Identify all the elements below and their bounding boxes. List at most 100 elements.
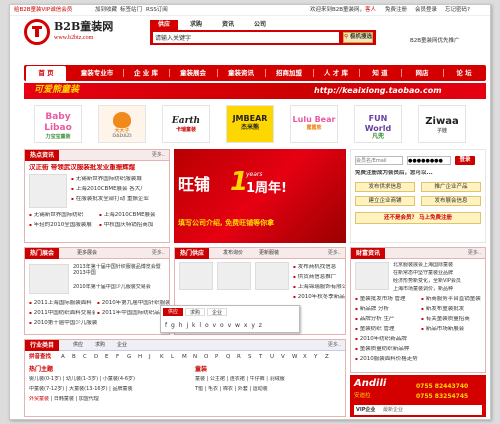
logo-icon[interactable] [24, 19, 50, 45]
list-item[interactable]: 2011中国纺织面料交易会 [29, 310, 95, 317]
list-item[interactable]: 供货商信息推广 [293, 274, 345, 281]
promote-products-button[interactable]: 推广企业产品 [421, 182, 481, 192]
biz-line[interactable]: 上海市场童装调价，新品种 [393, 286, 485, 292]
alpha-letter[interactable]: J [149, 354, 151, 361]
alpha-letter[interactable]: Y [314, 354, 317, 361]
alpha-letter[interactable]: S [248, 354, 252, 361]
category-link[interactable]: 连衣裙 [230, 376, 245, 382]
more-link[interactable]: 更多.. [328, 250, 341, 256]
category-link[interactable]: 婴儿装(0-1岁) [29, 376, 61, 382]
industry-tab[interactable]: 企业 [117, 342, 127, 348]
popup-tab[interactable]: 供应 [163, 308, 183, 316]
category-link[interactable]: 棉衣 [223, 386, 233, 392]
list-item[interactable]: 新发布童装批发 [421, 306, 485, 313]
nav-item-companies[interactable]: 企 业 库 [124, 65, 168, 81]
search-tab-company[interactable]: 公司 [246, 20, 274, 30]
list-item[interactable]: 新品牌 分析 [355, 306, 419, 313]
brand-logo-ziwaa[interactable]: Ziwaa 子娃 [418, 105, 466, 143]
search-input[interactable] [153, 32, 339, 43]
list-item[interactable]: 2011上海国际服装面料 [29, 300, 95, 307]
category-link[interactable]: 幼儿装(1-3岁) [66, 376, 98, 382]
category-link[interactable]: 日韩童装 [54, 396, 74, 402]
list-item[interactable]: 上海2010CBME展会 [99, 212, 167, 219]
login-button[interactable]: 登录 [455, 156, 475, 165]
supply-thumbnail[interactable] [217, 262, 251, 290]
nav-item-knowledge[interactable]: 知 道 [360, 65, 400, 81]
biz-thumbnail[interactable] [355, 262, 389, 290]
alpha-letter[interactable]: P [215, 354, 218, 361]
category-link[interactable]: 中童装(7-12岁) [29, 386, 64, 392]
alpha-letter[interactable]: V [281, 354, 285, 361]
brand-logo-lulu-bear[interactable]: Lulu Bear 露露熊 [290, 105, 338, 143]
category-link[interactable]: 羽绒服 [270, 376, 285, 382]
search-button[interactable]: ⚲ 极机搜选 [343, 32, 373, 43]
password-field[interactable] [407, 156, 451, 165]
list-item[interactable]: 童装纺织 管理 [355, 326, 419, 333]
vip-member-link[interactable]: 给B2B童装VIP诚信会员 [14, 7, 72, 14]
promo-banner[interactable]: 可爱熊童装 http://keaixiong.taobao.com [24, 83, 486, 99]
list-item[interactable]: 品牌分析 生产 [355, 316, 419, 323]
nav-item-franchise[interactable]: 招商加盟 [266, 65, 312, 81]
list-item[interactable]: 新品市场新展会 [421, 326, 485, 333]
alpha-letter[interactable]: E [105, 354, 108, 361]
popup-tab[interactable]: 企业 [207, 308, 227, 316]
biz-line[interactable]: 在新常态中坚守童装业品牌 [393, 270, 485, 276]
list-item[interactable]: 2010第十届中国少儿服装 [29, 320, 169, 327]
vip-tab[interactable]: 最新企业 [383, 407, 403, 413]
bookmark-link[interactable]: 加到收藏 [95, 7, 117, 14]
category-link[interactable]: 外贸童装 [29, 396, 49, 402]
list-item[interactable]: 年轻的2010全国服装展 [29, 222, 93, 229]
alpha-letter[interactable]: W [292, 354, 297, 361]
category-link[interactable]: 毛衣 [208, 386, 218, 392]
nav-item-expo[interactable]: 童装展会 [170, 65, 216, 81]
site-brand[interactable]: B2B童装网 [54, 20, 113, 33]
post-expo-button[interactable]: 发布展会信息 [421, 196, 481, 206]
list-item[interactable]: 童装质量纺织新品种 [355, 346, 485, 353]
search-tab-supply[interactable]: 供应 [150, 20, 178, 30]
register-link[interactable]: 免费注册 [385, 7, 407, 14]
list-item[interactable]: 2011年中国国际纺织品 [97, 310, 169, 317]
nav-item-forum[interactable]: 论 坛 [444, 65, 484, 81]
category-link[interactable]: 运动装 [253, 386, 268, 392]
category-link[interactable]: 牛仔裤 [250, 376, 265, 382]
list-item[interactable]: 无锡新世界国际纺织 [29, 212, 93, 219]
brand-logo-earth[interactable]: Earth 卡瑞童装 [162, 105, 210, 143]
list-item[interactable]: 中秋国庆特销招商加 [99, 222, 167, 229]
list-item[interactable]: 无锡新世界国际纺织服装城 [71, 176, 167, 183]
vip-title[interactable]: VIP企业 [356, 407, 375, 413]
list-item[interactable]: 发布商机找信息 [293, 264, 345, 271]
supply-thumbnail[interactable] [179, 262, 213, 290]
list-item[interactable]: 2010服装面料价格走势 [355, 356, 485, 363]
brand-logo-jmbear[interactable]: JMBEAR 杰米熊 [226, 105, 274, 143]
nav-item-market[interactable]: 童装专业市 [72, 65, 122, 81]
nav-item-news[interactable]: 童装资讯 [218, 65, 264, 81]
category-link[interactable]: 小童装(4-6岁) [103, 376, 135, 382]
expo-tab[interactable]: 更多展会 [77, 250, 97, 256]
alpha-letter[interactable]: X [303, 354, 307, 361]
alpha-letter[interactable]: T [259, 354, 262, 361]
category-link[interactable]: T恤 [195, 386, 203, 392]
more-link[interactable]: 更多.. [328, 342, 341, 348]
list-item[interactable]: 上海锦瑞服饰有限公司 [293, 284, 345, 291]
category-link[interactable]: 公主裙 [210, 376, 225, 382]
supply-tab[interactable]: 更新服装 [259, 250, 279, 256]
brand-logo-dadazi[interactable]: 大大子 DADAZI [98, 105, 146, 143]
news-thumbnail[interactable] [29, 174, 67, 208]
category-link[interactable]: 加盟代理 [79, 396, 99, 402]
register-cta-button[interactable]: 还不是会员？ 马上免费注册 [355, 212, 481, 224]
category-link[interactable]: 大童装(13-16岁) [69, 386, 107, 392]
vip-ad[interactable]: Andili 安迪拉 0755 82443740 0755 83254745 V… [350, 375, 486, 417]
alpha-letter[interactable]: U [270, 354, 274, 361]
category-link[interactable]: 童装 [195, 376, 205, 382]
alpha-letter[interactable]: R [237, 354, 241, 361]
alpha-letter[interactable]: G [127, 354, 131, 361]
build-shop-button[interactable]: 建立企业商铺 [355, 196, 415, 206]
alpha-letter[interactable]: Z [325, 354, 329, 361]
nav-item-talent[interactable]: 人 才 库 [314, 65, 358, 81]
list-item[interactable]: 新商服务平台直销童装 [421, 296, 485, 303]
alpha-letter[interactable]: N [193, 354, 197, 361]
nav-item-home[interactable]: 首 页 [26, 66, 66, 81]
hot-headline[interactable]: 汉正街 带领武汉服装批发业重振辉煌 [29, 164, 169, 172]
more-link[interactable]: 更多.. [152, 250, 165, 256]
list-item[interactable]: 上海2010CBME展会 各大厂 [71, 186, 167, 193]
